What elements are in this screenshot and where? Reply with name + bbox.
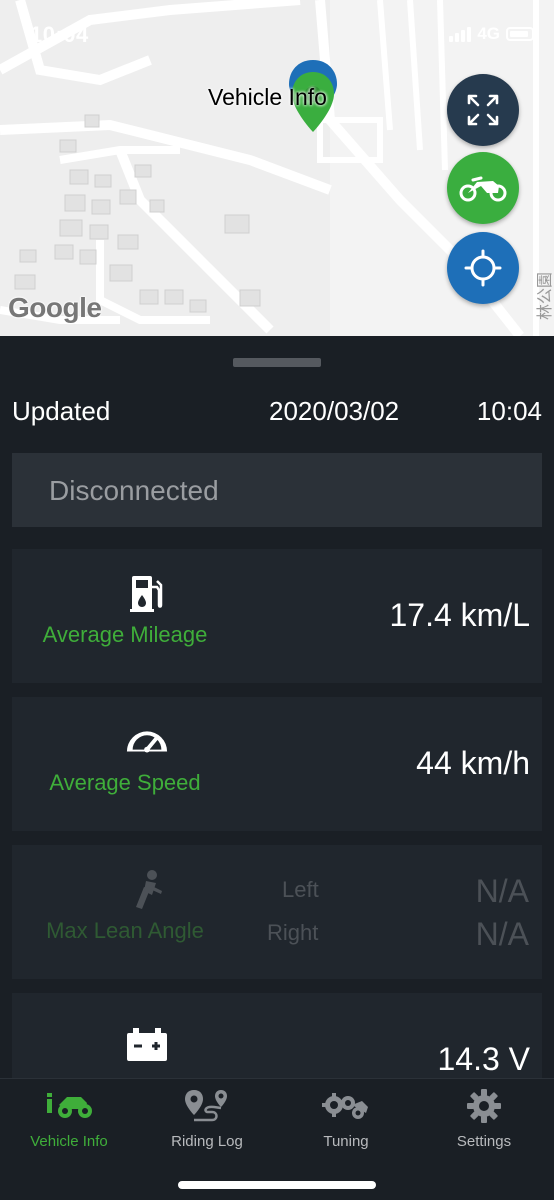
lean-angle-label: Max Lean Angle — [46, 918, 204, 943]
drag-handle[interactable] — [233, 358, 321, 367]
lean-left-value: N/A — [475, 873, 529, 909]
mileage-value: 17.4 km/L — [389, 597, 530, 633]
speed-label: Average Speed — [49, 770, 201, 795]
tab-label: Vehicle Info — [30, 1133, 108, 1150]
speed-value: 44 km/h — [416, 745, 530, 781]
tab-label: Riding Log — [171, 1133, 243, 1150]
connection-status-box: Disconnected — [12, 453, 542, 527]
lean-right-label: Right — [267, 920, 319, 945]
status-bar: 10:04 4G — [0, 0, 554, 66]
battery-card: 14.3 V — [12, 993, 542, 1078]
street-label: 林公園 — [535, 272, 554, 320]
vehicle-info-icon — [0, 1087, 138, 1125]
updated-label: Updated — [12, 396, 111, 426]
motorcycle-icon — [459, 176, 507, 202]
mileage-label: Average Mileage — [42, 622, 208, 647]
status-time: 10:04 — [30, 22, 89, 47]
lean-right-value: N/A — [475, 916, 529, 952]
battery-value: 14.3 V — [437, 1041, 530, 1077]
gears-motorcycle-icon — [277, 1087, 415, 1125]
route-icon — [138, 1087, 276, 1125]
battery-icon — [125, 1023, 169, 1067]
vehicle-center-button[interactable] — [447, 152, 519, 224]
speed-card: Average Speed 44 km/h — [12, 697, 542, 831]
lean-rider-icon — [125, 867, 169, 911]
updated-row: Updated 2020/03/02 10:04 — [12, 396, 542, 430]
fullscreen-button[interactable] — [447, 74, 519, 146]
crosshair-icon — [464, 249, 502, 287]
network-type: 4G — [477, 24, 500, 43]
fuel-pump-icon — [125, 571, 169, 615]
tab-settings[interactable]: Settings — [415, 1087, 553, 1157]
updated-time: 10:04 — [476, 396, 542, 426]
tab-label: Tuning — [323, 1133, 369, 1150]
tab-tuning[interactable]: Tuning — [277, 1087, 415, 1157]
status-indicators: 4G — [449, 24, 534, 44]
tab-label: Settings — [456, 1133, 512, 1150]
tab-riding-log[interactable]: Riding Log — [138, 1087, 276, 1157]
tab-vehicle-info[interactable]: Vehicle Info — [0, 1087, 138, 1157]
marker-label: Vehicle Info — [208, 84, 327, 110]
gear-icon — [415, 1087, 553, 1125]
speedometer-icon — [125, 719, 169, 763]
tab-bar: Vehicle Info Riding Log Tuning Settings — [0, 1078, 554, 1200]
mileage-card: Average Mileage 17.4 km/L — [12, 549, 542, 683]
lean-angle-card: Max Lean Angle Left Right N/A N/A — [12, 845, 542, 979]
locate-me-button[interactable] — [447, 232, 519, 304]
updated-date: 2020/03/02 — [269, 396, 400, 426]
home-indicator — [178, 1181, 376, 1189]
google-logo: Google — [8, 292, 102, 323]
map-view[interactable]: 林公園 10:04 4G Vehicle Info Google — [0, 0, 554, 336]
connection-status: Disconnected — [49, 475, 219, 506]
battery-status-icon — [506, 27, 534, 41]
lean-left-label: Left — [282, 877, 319, 902]
signal-icon — [449, 26, 472, 42]
vehicle-info-panel: Updated 2020/03/02 10:04 Disconnected Av… — [0, 336, 554, 1078]
expand-icon — [467, 94, 499, 126]
